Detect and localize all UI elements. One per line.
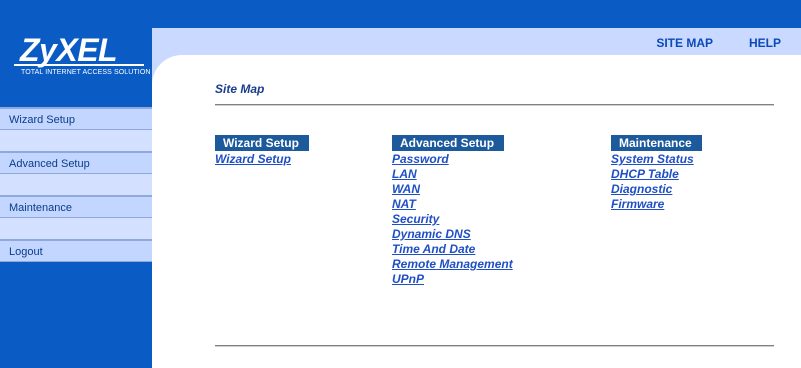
link-security[interactable]: Security bbox=[392, 212, 513, 227]
link-dhcp-table[interactable]: DHCP Table bbox=[611, 167, 702, 182]
zyxel-logo: ZyXEL Total Internet Access Solution bbox=[6, 30, 151, 80]
column-wizard-setup: Wizard Setup Wizard Setup bbox=[215, 134, 309, 167]
logo-tagline: Total Internet Access Solution bbox=[21, 69, 151, 76]
menu-spacer bbox=[0, 130, 152, 152]
sidebar-item-wizard-setup[interactable]: Wizard Setup bbox=[0, 108, 152, 130]
column-advanced-setup: Advanced Setup Password LAN WAN NAT Secu… bbox=[392, 134, 513, 287]
bottom-divider bbox=[215, 345, 774, 347]
link-upnp[interactable]: UPnP bbox=[392, 272, 513, 287]
link-password[interactable]: Password bbox=[392, 152, 513, 167]
logo-divider bbox=[14, 64, 144, 66]
link-nat[interactable]: NAT bbox=[392, 197, 513, 212]
menu-spacer bbox=[0, 174, 152, 196]
sidebar-item-logout[interactable]: Logout bbox=[0, 240, 152, 262]
column-heading: Maintenance bbox=[611, 135, 702, 151]
link-lan[interactable]: LAN bbox=[392, 167, 513, 182]
site-map-link[interactable]: SITE MAP bbox=[656, 36, 713, 50]
menu-spacer bbox=[0, 218, 152, 240]
column-maintenance: Maintenance System Status DHCP Table Dia… bbox=[611, 134, 702, 212]
top-bar bbox=[0, 0, 801, 28]
link-wizard-setup[interactable]: Wizard Setup bbox=[215, 152, 309, 167]
link-diagnostic[interactable]: Diagnostic bbox=[611, 182, 702, 197]
link-wan[interactable]: WAN bbox=[392, 182, 513, 197]
page-title: Site Map bbox=[215, 82, 265, 96]
link-system-status[interactable]: System Status bbox=[611, 152, 702, 167]
link-dynamic-dns[interactable]: Dynamic DNS bbox=[392, 227, 513, 242]
corner-decoration bbox=[152, 55, 212, 115]
column-heading: Advanced Setup bbox=[392, 135, 505, 151]
top-divider bbox=[215, 104, 774, 106]
sidebar-item-advanced-setup[interactable]: Advanced Setup bbox=[0, 152, 152, 174]
sidebar-menu: Wizard Setup Advanced Setup Maintenance … bbox=[0, 107, 152, 262]
header-links: SITE MAP HELP bbox=[656, 36, 781, 50]
link-time-and-date[interactable]: Time And Date bbox=[392, 242, 513, 257]
help-link[interactable]: HELP bbox=[749, 36, 781, 50]
link-remote-management[interactable]: Remote Management bbox=[392, 257, 513, 272]
column-heading: Wizard Setup bbox=[215, 135, 309, 151]
link-firmware[interactable]: Firmware bbox=[611, 197, 702, 212]
sidebar-item-maintenance[interactable]: Maintenance bbox=[0, 196, 152, 218]
